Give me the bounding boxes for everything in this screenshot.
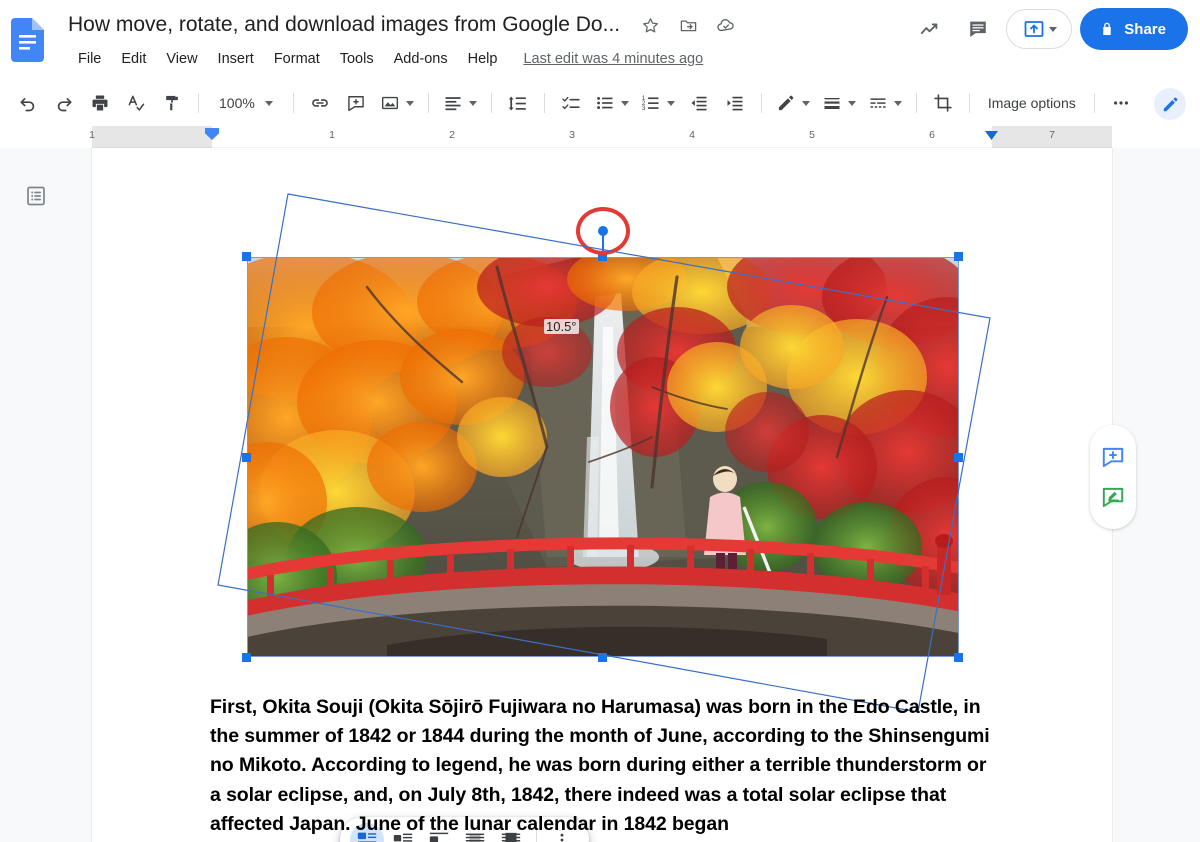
chevron-down-icon[interactable] [469,101,477,106]
document-paragraph[interactable]: First, Okita Souji (Okita Sōjirō Fujiwar… [210,693,1000,839]
activity-dashboard-icon[interactable] [910,9,950,49]
bulleted-list-button[interactable] [592,88,632,118]
menu-item-format[interactable]: Format [264,47,330,71]
image-options-button[interactable]: Image options [978,88,1086,118]
undo-button[interactable] [13,88,43,118]
crop-button[interactable] [928,88,958,118]
ruler-left-margin [92,126,212,148]
header-actions: Share [910,8,1188,50]
add-comment-rail-button[interactable] [1096,440,1130,474]
handle-bottom-left[interactable] [242,653,251,662]
ruler-number: 2 [449,129,455,141]
handle-top-left[interactable] [242,252,251,261]
print-button[interactable] [85,88,115,118]
handle-top-right[interactable] [954,252,963,261]
toolbar-divider [491,93,492,113]
chevron-down-icon[interactable] [848,101,856,106]
ruler-number: 7 [1049,129,1055,141]
chevron-down-icon[interactable] [802,101,810,106]
lock-icon [1099,21,1115,37]
chevron-down-icon [265,101,273,106]
toolbar-divider [198,93,199,113]
toolbar-divider [428,93,429,113]
border-color-button[interactable] [773,88,813,118]
add-comment-button[interactable] [341,88,371,118]
chevron-down-icon[interactable] [1049,27,1057,32]
title-icon-group [638,13,738,37]
share-button-label: Share [1124,21,1166,38]
google-docs-logo[interactable] [10,18,44,62]
share-button[interactable]: Share [1080,8,1188,50]
cloud-saved-icon[interactable] [714,13,738,37]
present-button[interactable] [1006,9,1072,49]
handle-bottom-center[interactable] [598,653,607,662]
side-action-rail [1090,425,1136,529]
chevron-down-icon[interactable] [894,101,902,106]
ruler-number: 5 [809,129,815,141]
toolbar-divider [916,93,917,113]
menu-item-insert[interactable]: Insert [208,47,264,71]
svg-text:3: 3 [642,105,646,112]
last-edit-link[interactable]: Last edit was 4 minutes ago [523,51,703,67]
rotation-handle[interactable] [598,226,608,236]
toolbar-divider [544,93,545,113]
comment-history-icon[interactable] [958,9,998,49]
selected-image-frame[interactable]: 10.5° [247,257,959,657]
autumn-waterfall-photo [247,257,959,657]
horizontal-ruler[interactable]: 1 1 2 3 4 5 6 7 [0,126,1200,148]
line-spacing-button[interactable] [503,88,533,118]
ruler-number: 3 [569,129,575,141]
ruler-number: 1 [329,129,335,141]
more-options-icon[interactable] [1106,88,1136,118]
toolbar-divider [1094,93,1095,113]
page-title[interactable]: How move, rotate, and download images fr… [68,8,620,42]
decrease-indent-button[interactable] [684,88,714,118]
insert-link-button[interactable] [305,88,335,118]
google-docs-window: How move, rotate, and download images fr… [0,0,1200,842]
numbered-list-button[interactable]: 1 2 3 [638,88,678,118]
ruler-number: 6 [929,129,935,141]
ruler-number: 1 [89,129,95,141]
editing-mode-button[interactable] [1154,88,1186,120]
document-canvas: 10.5° [0,148,1200,842]
handle-middle-right[interactable] [954,453,963,462]
formatting-toolbar: 100% [0,82,1200,124]
document-outline-icon[interactable] [20,180,52,212]
image-content[interactable] [247,257,959,657]
app-header: How move, rotate, and download images fr… [0,0,1200,82]
checklist-button[interactable] [556,88,586,118]
chevron-down-icon[interactable] [621,101,629,106]
paint-format-button[interactable] [157,88,187,118]
document-page[interactable]: 10.5° [92,148,1112,842]
menu-item-edit[interactable]: Edit [111,47,156,71]
align-button[interactable] [440,88,480,118]
insert-image-button[interactable] [377,88,417,118]
menu-item-file[interactable]: File [68,47,111,71]
toolbar-divider [761,93,762,113]
toolbar-divider [969,93,970,113]
ruler-number: 4 [689,129,695,141]
border-dash-button[interactable] [865,88,905,118]
increase-indent-button[interactable] [720,88,750,118]
chevron-down-icon[interactable] [406,101,414,106]
menu-item-addons[interactable]: Add-ons [384,47,458,71]
menu-item-view[interactable]: View [156,47,207,71]
chevron-down-icon[interactable] [667,101,675,106]
move-to-folder-icon[interactable] [676,13,700,37]
zoom-value: 100% [219,95,255,111]
title-row: How move, rotate, and download images fr… [68,8,738,42]
rotation-angle-label: 10.5° [544,319,579,334]
zoom-selector[interactable]: 100% [211,88,281,118]
menu-item-tools[interactable]: Tools [330,47,384,71]
border-weight-button[interactable] [819,88,859,118]
toolbar-divider [293,93,294,113]
handle-bottom-right[interactable] [954,653,963,662]
menu-bar: File Edit View Insert Format Tools Add-o… [68,47,703,71]
spellcheck-button[interactable] [121,88,151,118]
redo-button[interactable] [49,88,79,118]
star-icon[interactable] [638,13,662,37]
menu-item-help[interactable]: Help [458,47,508,71]
suggest-edits-rail-button[interactable] [1096,480,1130,514]
handle-middle-left[interactable] [242,453,251,462]
